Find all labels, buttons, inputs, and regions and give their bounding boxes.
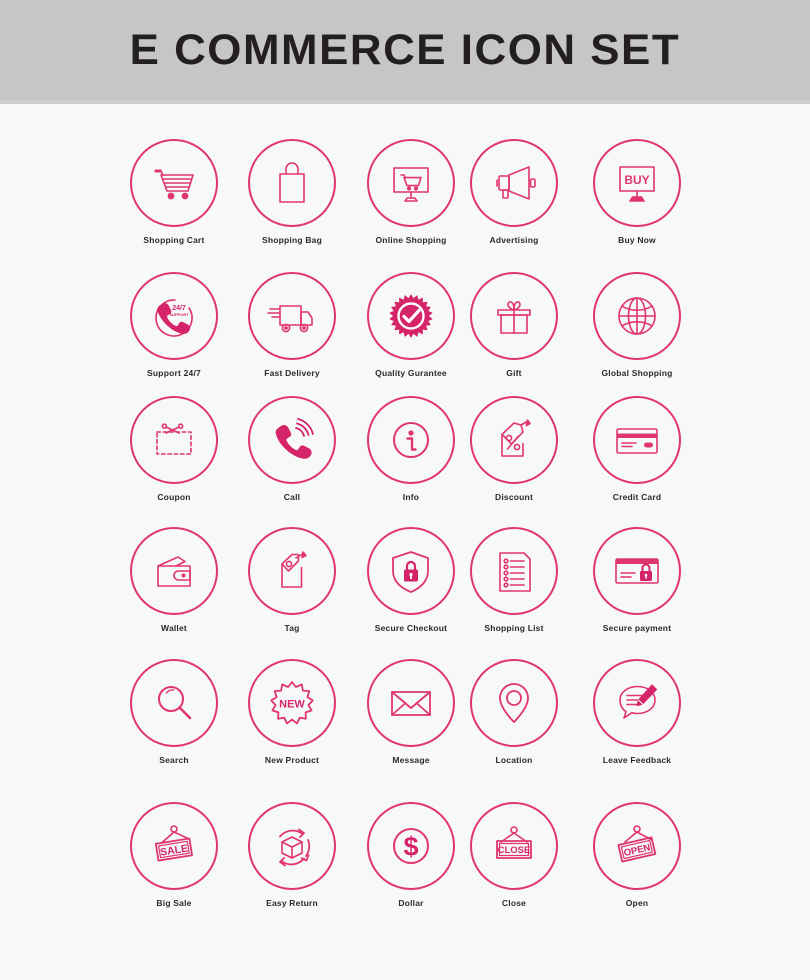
icon-label: Support 24/7 — [147, 368, 201, 378]
icon-cell-global-shopping[interactable]: Global Shopping — [572, 272, 702, 378]
icon-label: Close — [501, 898, 527, 908]
gift-box-icon[interactable] — [470, 272, 558, 360]
icon-cell-close[interactable]: CLOSE Close — [449, 802, 579, 908]
icon-cell-wallet[interactable]: Wallet — [109, 527, 239, 633]
close-sign-icon[interactable]: CLOSE — [470, 802, 558, 890]
icon-label: Gift — [506, 368, 522, 378]
credit-card-icon[interactable] — [593, 396, 681, 484]
envelope-icon[interactable] — [367, 659, 455, 747]
icon-label: Global Shopping — [601, 368, 673, 378]
svg-text:$: $ — [403, 832, 418, 862]
icon-cell-new-product[interactable]: NEW New Product — [227, 659, 357, 765]
icon-cell-leave-feedback[interactable]: Leave Feedback — [572, 659, 702, 765]
bag-icon[interactable] — [248, 139, 336, 227]
icon-label: New Product — [264, 755, 320, 765]
magnifier-icon[interactable] — [130, 659, 218, 747]
icon-cell-advertising[interactable]: Advertising — [449, 139, 579, 245]
open-sign-icon[interactable]: OPEN — [593, 802, 681, 890]
icon-label: Tag — [284, 623, 300, 633]
icon-label: Credit Card — [612, 492, 662, 502]
badge-check-icon[interactable] — [367, 272, 455, 360]
cart-icon[interactable] — [130, 139, 218, 227]
icon-cell-credit-card[interactable]: Credit Card — [572, 396, 702, 502]
monitor-cart-icon[interactable] — [367, 139, 455, 227]
svg-text:SUPPORT: SUPPORT — [169, 312, 189, 317]
icon-label: Leave Feedback — [602, 755, 672, 765]
svg-text:NEW: NEW — [279, 699, 305, 711]
sale-sign-icon[interactable]: SALE — [130, 802, 218, 890]
page-title: E COMMERCE ICON SET — [129, 25, 681, 74]
header-divider — [0, 100, 810, 104]
icon-grid: Shopping Cart Shopping Bag Online Shoppi… — [0, 110, 810, 970]
icon-label: Coupon — [157, 492, 191, 502]
icon-label: Shopping List — [484, 623, 544, 633]
icon-cell-fast-delivery[interactable]: Fast Delivery — [227, 272, 357, 378]
icon-cell-call[interactable]: Call — [227, 396, 357, 502]
icon-label: Big Sale — [156, 898, 192, 908]
icon-label: Shopping Cart — [143, 235, 205, 245]
icon-label: Shopping Bag — [261, 235, 322, 245]
coupon-scissors-icon[interactable] — [130, 396, 218, 484]
svg-text:BUY: BUY — [624, 173, 649, 187]
icon-cell-open[interactable]: OPEN Open — [572, 802, 702, 908]
wallet-icon[interactable] — [130, 527, 218, 615]
phone-support-icon[interactable]: 24/7 SUPPORT — [130, 272, 218, 360]
checklist-icon[interactable] — [470, 527, 558, 615]
icon-cell-big-sale[interactable]: SALE Big Sale — [109, 802, 239, 908]
shield-lock-icon[interactable] — [367, 527, 455, 615]
info-circle-icon[interactable] — [367, 396, 455, 484]
icon-label: Search — [159, 755, 189, 765]
new-badge-icon[interactable]: NEW — [248, 659, 336, 747]
return-box-icon[interactable] — [248, 802, 336, 890]
icon-label: Easy Return — [266, 898, 318, 908]
megaphone-icon[interactable] — [470, 139, 558, 227]
page-header: E COMMERCE ICON SET — [0, 0, 810, 100]
icon-cell-support-24-7[interactable]: 24/7 SUPPORT Support 24/7 — [109, 272, 239, 378]
icon-cell-shopping-bag[interactable]: Shopping Bag — [227, 139, 357, 245]
icon-cell-discount[interactable]: Discount — [449, 396, 579, 502]
icon-cell-easy-return[interactable]: Easy Return — [227, 802, 357, 908]
icon-label: Location — [495, 755, 533, 765]
icon-label: Secure payment — [602, 623, 672, 633]
icon-cell-location[interactable]: Location — [449, 659, 579, 765]
icon-label: Buy Now — [618, 235, 656, 245]
svg-text:24/7: 24/7 — [172, 305, 186, 312]
truck-icon[interactable] — [248, 272, 336, 360]
phone-ring-icon[interactable] — [248, 396, 336, 484]
percent-tag-icon[interactable] — [470, 396, 558, 484]
icon-cell-search[interactable]: Search — [109, 659, 239, 765]
icon-label: Wallet — [161, 623, 187, 633]
icon-cell-secure-payment[interactable]: Secure payment — [572, 527, 702, 633]
dollar-circle-icon[interactable]: $ — [367, 802, 455, 890]
card-lock-icon[interactable] — [593, 527, 681, 615]
icon-label: Fast Delivery — [264, 368, 320, 378]
speech-pencil-icon[interactable] — [593, 659, 681, 747]
price-tag-icon[interactable] — [248, 527, 336, 615]
globe-icon[interactable] — [593, 272, 681, 360]
icon-set-page: E COMMERCE ICON SET Shopping Cart Shoppi… — [0, 0, 810, 980]
icon-label: Advertising — [489, 235, 539, 245]
svg-text:CLOSE: CLOSE — [498, 845, 531, 856]
icon-cell-shopping-cart[interactable]: Shopping Cart — [109, 139, 239, 245]
icon-cell-tag[interactable]: Tag — [227, 527, 357, 633]
icon-label: Discount — [495, 492, 533, 502]
map-pin-icon[interactable] — [470, 659, 558, 747]
icon-cell-gift[interactable]: Gift — [449, 272, 579, 378]
monitor-buy-icon[interactable]: BUY — [593, 139, 681, 227]
icon-cell-buy-now[interactable]: BUY Buy Now — [572, 139, 702, 245]
icon-label: Call — [283, 492, 301, 502]
icon-cell-shopping-list[interactable]: Shopping List — [449, 527, 579, 633]
icon-cell-coupon[interactable]: Coupon — [109, 396, 239, 502]
icon-label: Open — [625, 898, 649, 908]
